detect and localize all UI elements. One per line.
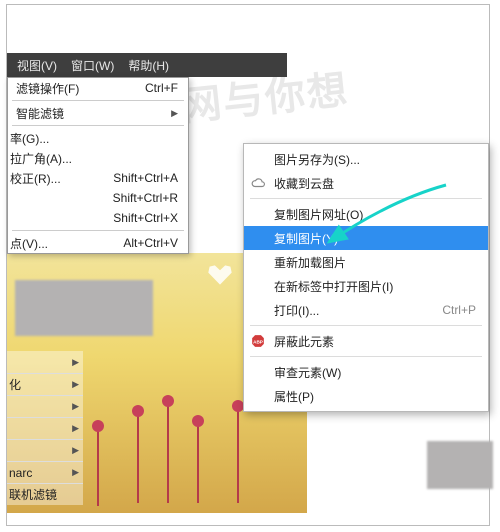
app-menubar: 视图(V) 窗口(W) 帮助(H) bbox=[7, 53, 287, 77]
menu-smart-filter[interactable]: 智能滤镜 ▶ bbox=[8, 103, 188, 123]
flower-decoration bbox=[237, 408, 239, 503]
submenu-arrow-icon: ▶ bbox=[72, 445, 79, 456]
side-item-label: narc bbox=[9, 466, 32, 480]
ctx-item-label: 属性(P) bbox=[274, 388, 314, 405]
side-item[interactable]: narc ▶ bbox=[7, 461, 83, 483]
ctx-item-shortcut: Ctrl+P bbox=[442, 303, 476, 317]
menu-item-shortcut: Alt+Ctrl+V bbox=[123, 236, 178, 250]
ctx-save-image-as[interactable]: 图片另存为(S)... bbox=[244, 147, 488, 171]
heart-icon bbox=[207, 263, 233, 287]
svg-text:ABP: ABP bbox=[253, 339, 263, 344]
ctx-block-element[interactable]: ABP 屏蔽此元素 bbox=[244, 329, 488, 353]
menu-item[interactable]: Shift+Ctrl+R bbox=[8, 188, 188, 208]
menu-item[interactable]: 校正(R)... Shift+Ctrl+A bbox=[8, 168, 188, 188]
submenu-arrow-icon: ▶ bbox=[72, 357, 79, 368]
menu-separator bbox=[250, 356, 482, 357]
ctx-properties[interactable]: 属性(P) bbox=[244, 384, 488, 408]
flower-decoration bbox=[167, 403, 169, 503]
menu-separator bbox=[250, 198, 482, 199]
left-side-labels: ▶ 化▶ ▶ ▶ ▶ narc▶ 联机滤镜 bbox=[7, 351, 83, 505]
ctx-reload-image[interactable]: 重新加载图片 bbox=[244, 250, 488, 274]
menu-item[interactable]: 拉广角(A)... bbox=[8, 148, 188, 168]
menu-item-shortcut: Ctrl+F bbox=[145, 81, 178, 95]
context-menu: 图片另存为(S)... 收藏到云盘 复制图片网址(O) 复制图片(Y) 重新加载… bbox=[243, 143, 489, 412]
menu-item-label: 校正(R)... bbox=[10, 170, 61, 187]
ctx-item-label: 复制图片(Y) bbox=[274, 230, 338, 247]
ctx-copy-image-url[interactable]: 复制图片网址(O) bbox=[244, 202, 488, 226]
ctx-item-label: 在新标签中打开图片(I) bbox=[274, 278, 393, 295]
menu-separator bbox=[12, 125, 184, 126]
submenu-arrow-icon: ▶ bbox=[171, 108, 178, 119]
filter-dropdown-menu: 滤镜操作(F) Ctrl+F 智能滤镜 ▶ 率(G)... 拉广角(A)... … bbox=[7, 77, 189, 254]
ctx-item-label: 复制图片网址(O) bbox=[274, 206, 363, 223]
side-item[interactable]: ▶ bbox=[7, 351, 83, 373]
cloud-icon bbox=[250, 175, 266, 191]
flower-decoration bbox=[197, 423, 199, 503]
ctx-item-label: 收藏到云盘 bbox=[274, 175, 334, 192]
submenu-arrow-icon: ▶ bbox=[72, 467, 79, 478]
menu-vanishing-point[interactable]: 点(V)... Alt+Ctrl+V bbox=[8, 233, 188, 253]
menu-item-label: 滤镜操作(F) bbox=[16, 80, 79, 97]
ctx-print[interactable]: 打印(I)... Ctrl+P bbox=[244, 298, 488, 322]
flower-decoration bbox=[137, 413, 139, 503]
side-item[interactable]: ▶ bbox=[7, 417, 83, 439]
menu-item-label: 智能滤镜 bbox=[16, 105, 64, 122]
submenu-arrow-icon: ▶ bbox=[72, 379, 79, 390]
side-item[interactable]: ▶ bbox=[7, 395, 83, 417]
submenu-arrow-icon: ▶ bbox=[72, 423, 79, 434]
menu-window[interactable]: 窗口(W) bbox=[71, 57, 114, 74]
menu-item-label: 点(V)... bbox=[10, 235, 48, 252]
submenu-arrow-icon: ▶ bbox=[72, 401, 79, 412]
menu-item[interactable]: 率(G)... bbox=[8, 128, 188, 148]
censored-region bbox=[427, 441, 493, 489]
side-item[interactable]: 联机滤镜 bbox=[7, 483, 83, 505]
menu-item-shortcut: Shift+Ctrl+A bbox=[113, 171, 178, 185]
censored-region bbox=[15, 280, 153, 336]
ctx-item-label: 审查元素(W) bbox=[274, 364, 341, 381]
ctx-item-label: 重新加载图片 bbox=[274, 254, 346, 271]
side-item[interactable]: ▶ bbox=[7, 439, 83, 461]
menu-item-label: 率(G)... bbox=[10, 130, 49, 147]
menu-help[interactable]: 帮助(H) bbox=[128, 57, 169, 74]
side-item-label: 化 bbox=[9, 376, 21, 393]
menu-separator bbox=[250, 325, 482, 326]
ctx-item-label: 图片另存为(S)... bbox=[274, 151, 360, 168]
ctx-open-in-new-tab[interactable]: 在新标签中打开图片(I) bbox=[244, 274, 488, 298]
ctx-item-label: 打印(I)... bbox=[274, 302, 319, 319]
menu-item-shortcut: Shift+Ctrl+R bbox=[113, 191, 178, 205]
menu-view[interactable]: 视图(V) bbox=[17, 57, 57, 74]
menu-item-shortcut: Shift+Ctrl+X bbox=[113, 211, 178, 225]
ctx-item-label: 屏蔽此元素 bbox=[274, 333, 334, 350]
abp-icon: ABP bbox=[250, 333, 266, 349]
menu-separator bbox=[12, 230, 184, 231]
menu-separator bbox=[12, 100, 184, 101]
side-item[interactable]: 化▶ bbox=[7, 373, 83, 395]
ctx-save-to-cloud[interactable]: 收藏到云盘 bbox=[244, 171, 488, 195]
flower-decoration bbox=[97, 428, 99, 506]
menu-item-label: 拉广角(A)... bbox=[10, 150, 72, 167]
menu-item[interactable]: Shift+Ctrl+X bbox=[8, 208, 188, 228]
side-item-label: 联机滤镜 bbox=[9, 486, 57, 503]
ctx-copy-image[interactable]: 复制图片(Y) bbox=[244, 226, 488, 250]
ctx-inspect-element[interactable]: 审查元素(W) bbox=[244, 360, 488, 384]
menu-filter-operation[interactable]: 滤镜操作(F) Ctrl+F bbox=[8, 78, 188, 98]
